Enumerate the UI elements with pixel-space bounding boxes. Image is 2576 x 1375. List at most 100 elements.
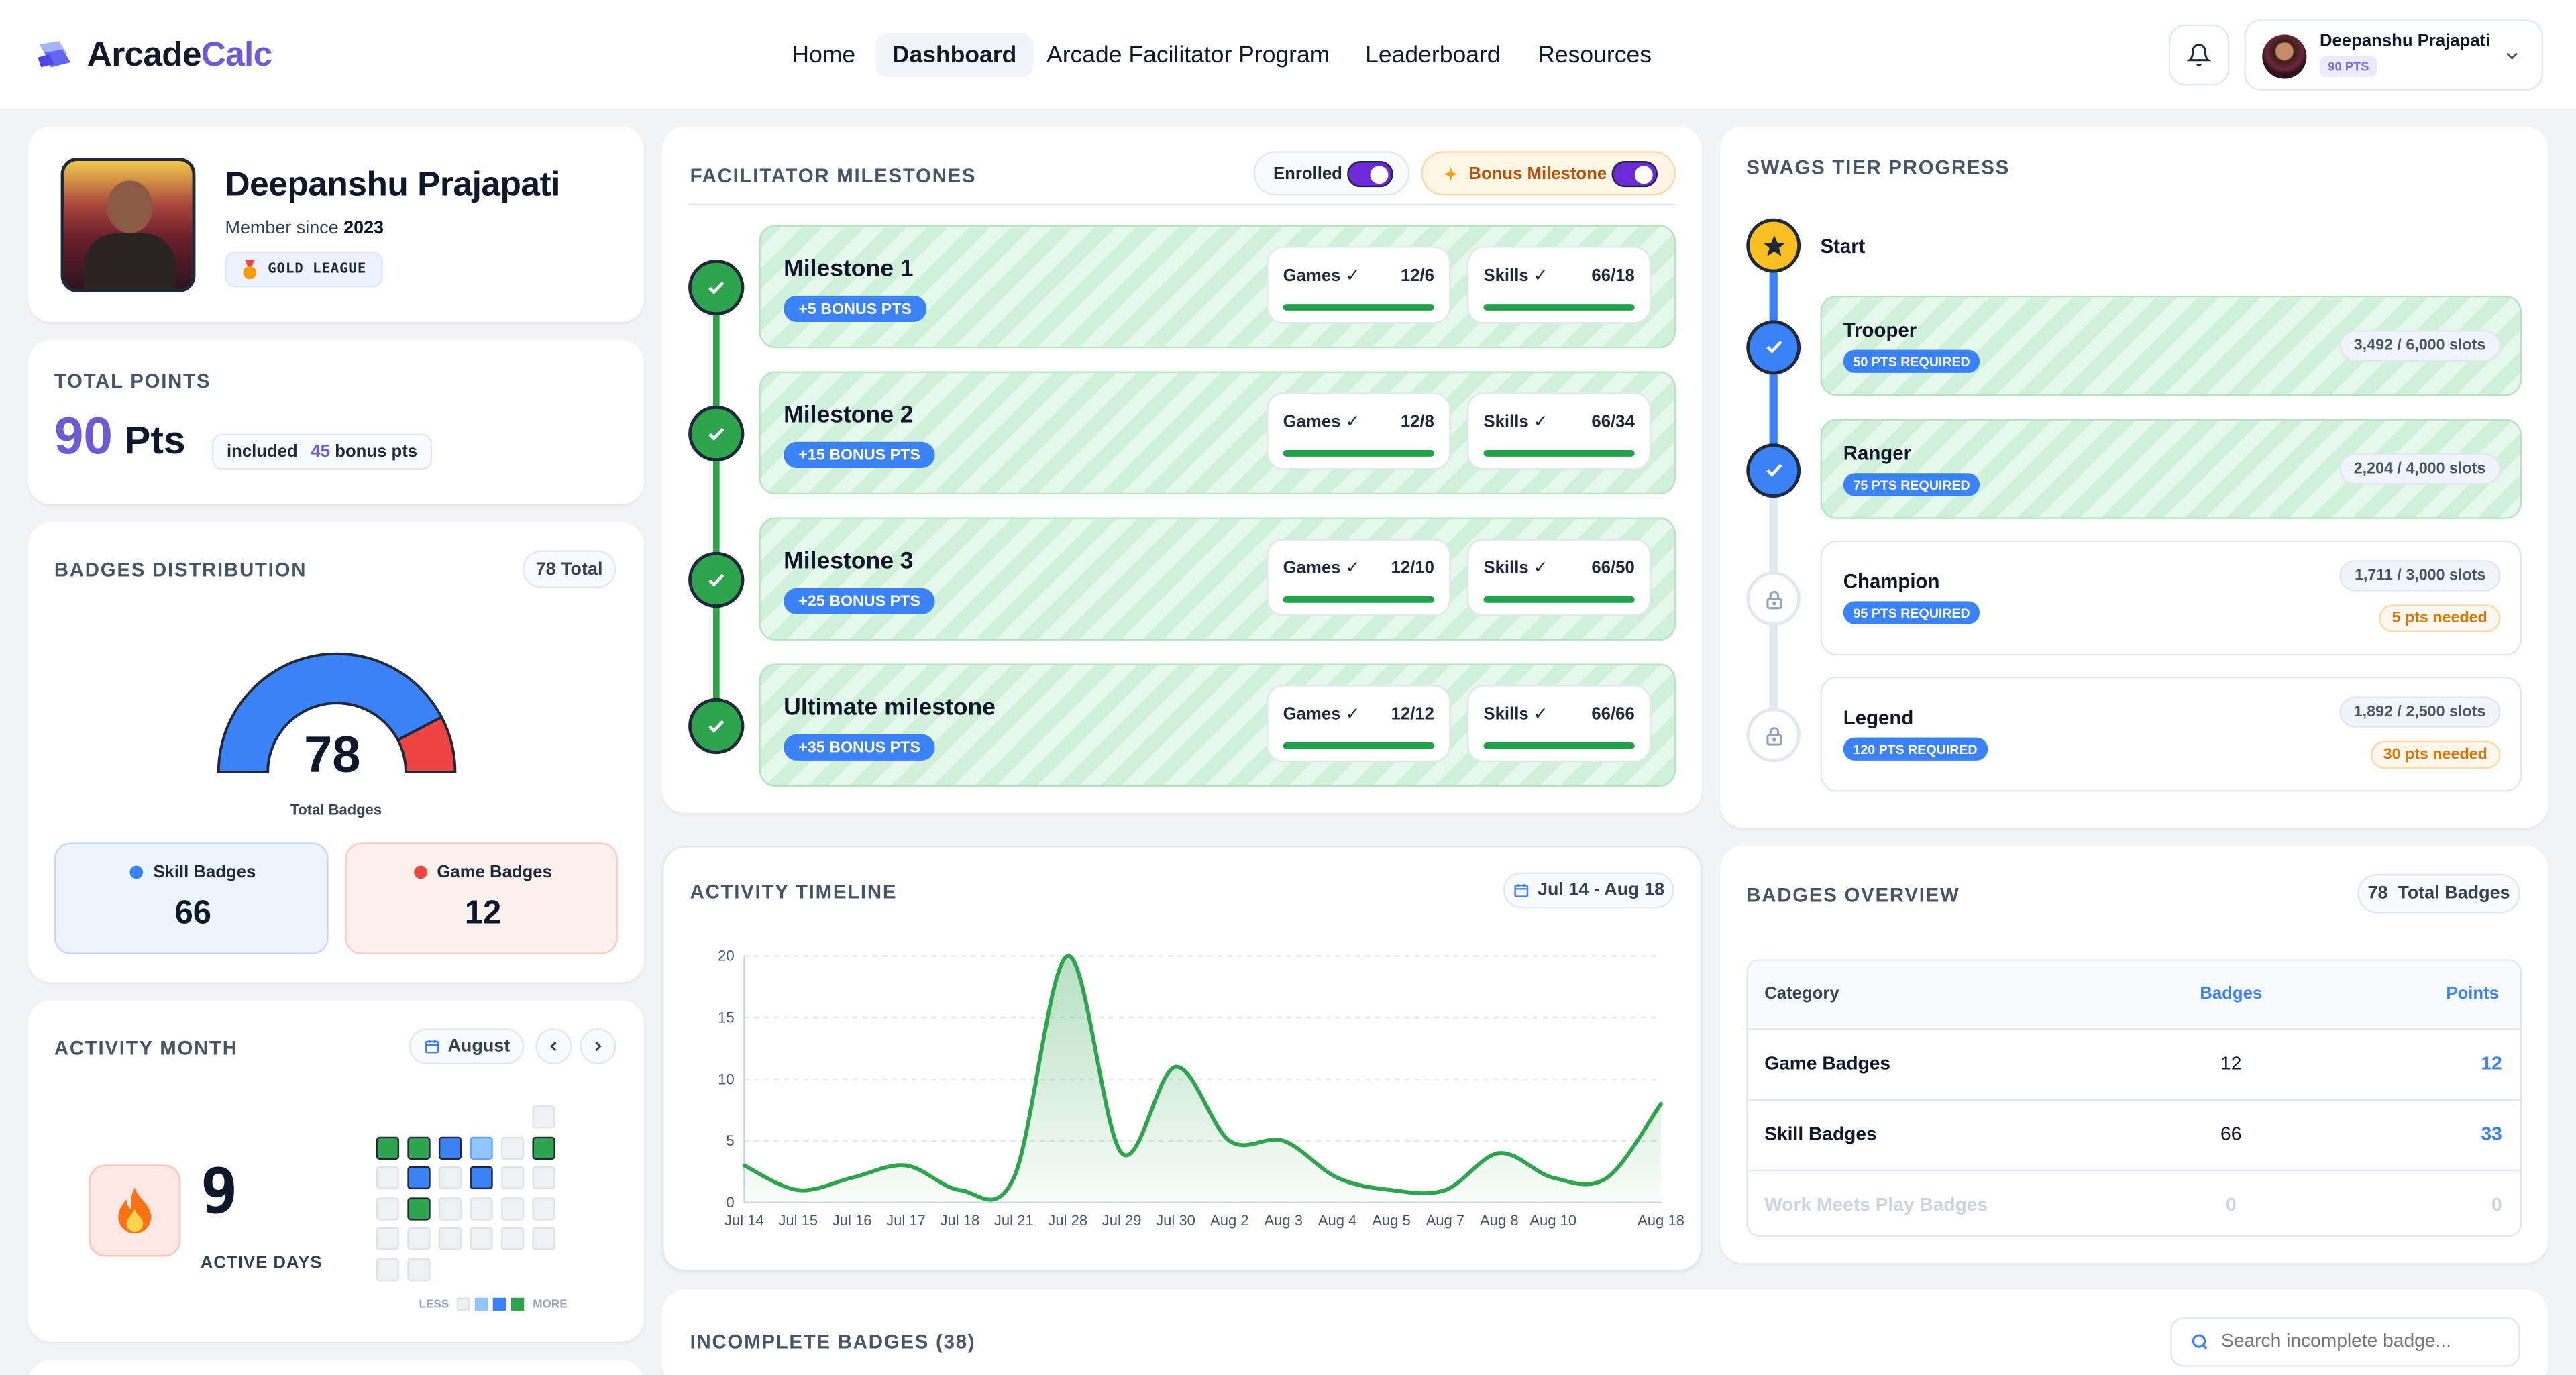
enrolled-toggle[interactable]: Enrolled	[1253, 151, 1410, 196]
heatmap-day-cell[interactable]	[470, 1166, 493, 1190]
nav-home[interactable]: Home	[775, 33, 872, 77]
gauge-center-label: Total Badges	[290, 802, 382, 818]
heatmap-day-cell[interactable]	[407, 1166, 431, 1190]
heatmap-day-cell[interactable]	[500, 1197, 525, 1220]
milestone-skills-box: Skills ✓ 66/18	[1466, 246, 1652, 324]
skills-value: 66/66	[1591, 704, 1635, 725]
heatmap-day-cell[interactable]	[376, 1227, 400, 1250]
nav-arcade-facilitator-program[interactable]: Arcade Facilitator Program	[1030, 33, 1346, 77]
next-month-button[interactable]	[580, 1028, 616, 1064]
heatmap-day-cell[interactable]	[438, 1136, 462, 1159]
skills-label: Skills ✓	[1483, 412, 1548, 433]
enrolled-switch[interactable]	[1347, 161, 1393, 188]
games-label: Games ✓	[1283, 704, 1360, 725]
activity-line-chart: 0 5 10 15 20 Jul 14 Jul 15 Jul 16 Jul 17 Jul 18 Ju…	[718, 948, 1684, 1229]
heatmap-day-cell[interactable]	[376, 1257, 400, 1280]
tier-row: Champion 95 PTS REQUIRED 1,711 / 3,000 slo…	[1820, 540, 2522, 656]
x-tick-label: Aug 5	[1372, 1212, 1411, 1229]
enrolled-label: Enrolled	[1273, 163, 1342, 184]
incomplete-search-input[interactable]	[2221, 1332, 2501, 1352]
x-tick-label: Jul 28	[1048, 1212, 1087, 1229]
chart-point	[957, 1188, 962, 1193]
heatmap-day-cell[interactable]	[376, 1136, 400, 1159]
heatmap-day-cell[interactable]	[532, 1197, 555, 1220]
chart-point	[904, 1163, 908, 1168]
heatmap-day-cell[interactable]	[407, 1136, 431, 1159]
games-value: 12/12	[1391, 704, 1434, 725]
milestone-check-icon	[688, 551, 745, 608]
nav-resources[interactable]: Resources	[1521, 33, 1668, 77]
chart-point	[1605, 1175, 1609, 1180]
heatmap-day-cell[interactable]	[532, 1105, 555, 1129]
heatmap-day-cell[interactable]	[407, 1257, 431, 1280]
heatmap-day-cell[interactable]	[532, 1136, 555, 1159]
heatmap-day-cell[interactable]	[438, 1227, 462, 1250]
notifications-button[interactable]	[2168, 24, 2230, 86]
heatmap-day-cell[interactable]	[532, 1227, 555, 1250]
nav-leaderboard[interactable]: Leaderboard	[1349, 33, 1517, 77]
timeline-range-selector[interactable]: Jul 14 - Aug 18	[1503, 872, 1674, 909]
tier-required-badge: 75 PTS REQUIRED	[1843, 473, 1980, 496]
skills-progress-bar	[1483, 596, 1635, 603]
chart-point	[1443, 1188, 1448, 1193]
logo-text-arcade: Arcade	[87, 36, 202, 74]
heatmap-day-cell[interactable]	[470, 1227, 493, 1250]
heatmap-day-cell[interactable]	[438, 1197, 462, 1220]
bonus-milestone-switch[interactable]	[1611, 161, 1658, 188]
active-days-label: ACTIVE DAYS	[200, 1253, 323, 1273]
heatmap-day-cell[interactable]	[438, 1166, 462, 1190]
heatmap-day-cell[interactable]	[500, 1136, 525, 1159]
activity-month-card: ACTIVITY MONTH August 9 ACTIVE DAYS LESS…	[28, 1000, 645, 1342]
tier-row: Ranger 75 PTS REQUIRED 2,204 / 4,000 slots	[1820, 419, 2522, 519]
incomplete-title: INCOMPLETE BADGES (38)	[690, 1330, 976, 1354]
chart-point	[1335, 1175, 1340, 1180]
chart-point	[1065, 954, 1070, 958]
incomplete-search[interactable]	[2170, 1317, 2520, 1367]
bonus-included-num: 45	[311, 441, 330, 462]
user-menu-button[interactable]: Deepanshu Prajapati 90 PTS	[2244, 19, 2544, 91]
x-tick-label: Aug 7	[1426, 1212, 1465, 1229]
avatar	[2262, 34, 2307, 79]
heatmap-day-cell[interactable]	[407, 1197, 431, 1220]
logo[interactable]: ArcadeCalc	[36, 33, 272, 79]
legend-less: LESS	[419, 1298, 449, 1311]
milestone-title: Milestone 1	[784, 256, 914, 283]
search-icon	[2192, 1334, 2208, 1350]
milestone-row: Milestone 3 +25 BONUS PTS Games ✓ 12/10 Skil…	[759, 517, 1676, 641]
heatmap-day-cell[interactable]	[470, 1197, 493, 1220]
milestone-skills-box: Skills ✓ 66/50	[1466, 539, 1652, 616]
skills-progress-bar	[1483, 450, 1635, 457]
heatmap-day-cell[interactable]	[376, 1197, 400, 1220]
heatmap-day-cell[interactable]	[376, 1166, 400, 1190]
tier-name: Trooper	[1843, 319, 1917, 342]
milestones-divider	[688, 203, 1676, 206]
skills-value: 66/34	[1591, 412, 1635, 433]
league-label: GOLD LEAGUE	[268, 261, 367, 278]
row-badges: 12	[2220, 1054, 2242, 1075]
tier-check-icon	[1746, 443, 1801, 497]
total-points-title: TOTAL POINTS	[54, 370, 211, 393]
games-progress-bar	[1283, 304, 1434, 311]
heatmap-day-cell[interactable]	[470, 1136, 493, 1159]
heatmap-day-cell[interactable]	[500, 1166, 525, 1190]
row-badges: 0	[2225, 1195, 2237, 1216]
milestone-row: Milestone 2 +15 BONUS PTS Games ✓ 12/8 Skill…	[759, 371, 1676, 495]
badges-total-pill: 78 Total	[522, 550, 616, 588]
month-selector[interactable]: August	[409, 1028, 525, 1064]
x-tick-label: Jul 18	[941, 1212, 980, 1229]
nav-dashboard[interactable]: Dashboard	[875, 32, 1033, 78]
prev-month-button[interactable]	[535, 1028, 572, 1064]
heatmap-day-cell[interactable]	[500, 1227, 525, 1250]
star-icon	[1762, 234, 1785, 256]
tier-name: Ranger	[1843, 441, 1912, 465]
heatmap-day-cell[interactable]	[407, 1227, 431, 1250]
games-progress-bar	[1283, 596, 1434, 603]
x-tick-label: Aug 2	[1210, 1212, 1249, 1229]
game-dot-icon	[414, 865, 427, 879]
bonus-milestone-toggle[interactable]: Bonus Milestone	[1421, 151, 1676, 196]
heatmap-day-cell[interactable]	[532, 1166, 555, 1190]
y-tick-label: 10	[718, 1070, 735, 1087]
skill-badges-box: Skill Badges 66	[54, 842, 329, 954]
games-progress-bar	[1283, 450, 1434, 457]
tier-check-icon	[1746, 319, 1801, 374]
